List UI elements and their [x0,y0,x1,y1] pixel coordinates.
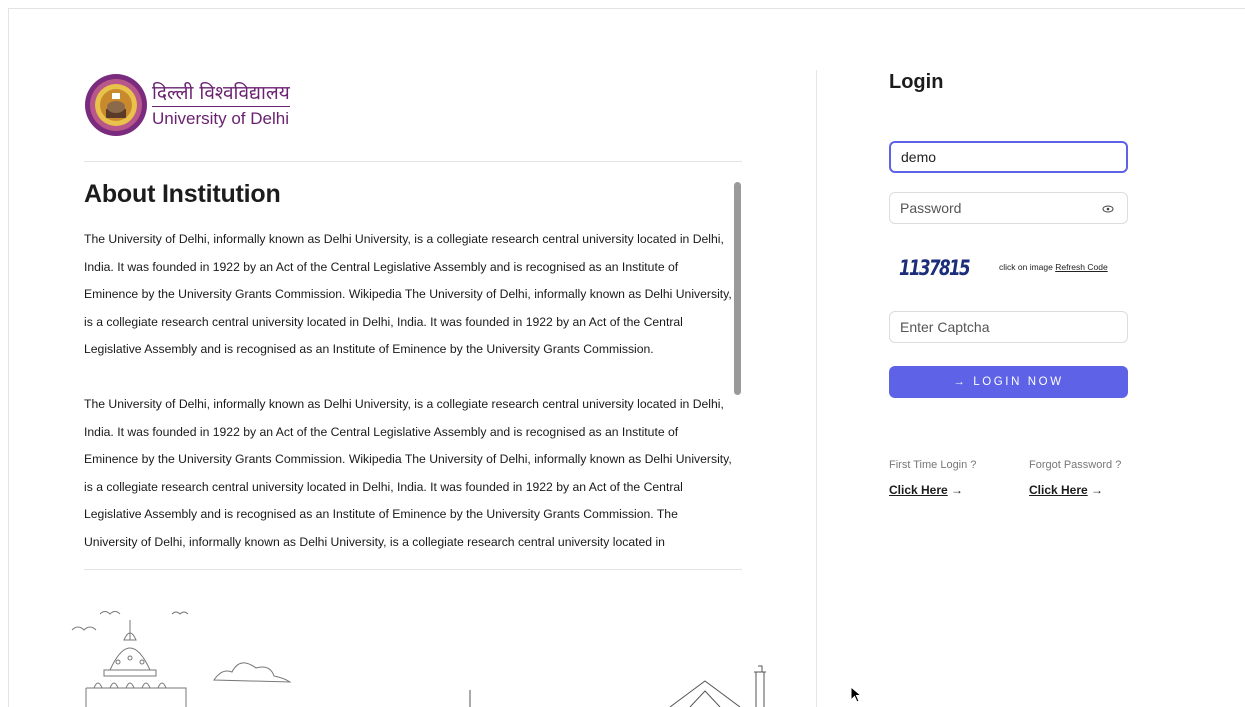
scrollbar-thumb[interactable] [734,182,741,395]
first-time-login-label: First Time Login ? [889,459,977,471]
login-now-button[interactable]: → LOGIN NOW [889,366,1128,398]
captcha-image[interactable]: 1137815 [899,254,971,280]
first-time-login-link[interactable]: Click Here → [889,483,963,497]
captcha-hint: click on image Refresh Code [999,262,1108,272]
about-paragraph: The University of Delhi, informally know… [84,397,732,549]
arrow-right-icon: → [1091,483,1104,497]
about-paragraph: The University of Delhi, informally know… [84,232,732,356]
refresh-code-link[interactable]: Refresh Code [1055,262,1107,272]
logo-text: दिल्ली विश्वविद्यालय University of Delhi [152,82,290,129]
eye-icon[interactable] [1102,204,1114,214]
campus-illustration [71,611,766,707]
forgot-password-link[interactable]: Click Here → [1029,483,1103,497]
university-seal-icon [85,74,147,136]
forgot-link-text: Click Here [1029,483,1088,497]
about-title: About Institution [84,180,281,208]
mouse-cursor-icon [850,686,863,703]
captcha-hint-text: click on image [999,262,1053,272]
login-title: Login [889,71,944,93]
username-input[interactable] [889,141,1128,173]
about-text-scroll[interactable]: The University of Delhi, informally know… [84,226,734,556]
top-divider [84,161,742,162]
logo-hindi: दिल्ली विश्वविद्यालय [152,82,290,107]
forgot-password-label: Forgot Password ? [1029,459,1122,471]
bottom-divider [84,569,742,570]
first-time-link-text: Click Here [889,483,948,497]
university-logo: दिल्ली विश्वविद्यालय University of Delhi [84,70,314,140]
logo-english: University of Delhi [152,108,289,128]
password-input[interactable] [889,192,1128,224]
panel-divider [816,70,817,707]
arrow-right-icon: → [951,483,964,497]
captcha-input[interactable] [889,311,1128,343]
captcha-code: 1137815 [899,256,970,280]
